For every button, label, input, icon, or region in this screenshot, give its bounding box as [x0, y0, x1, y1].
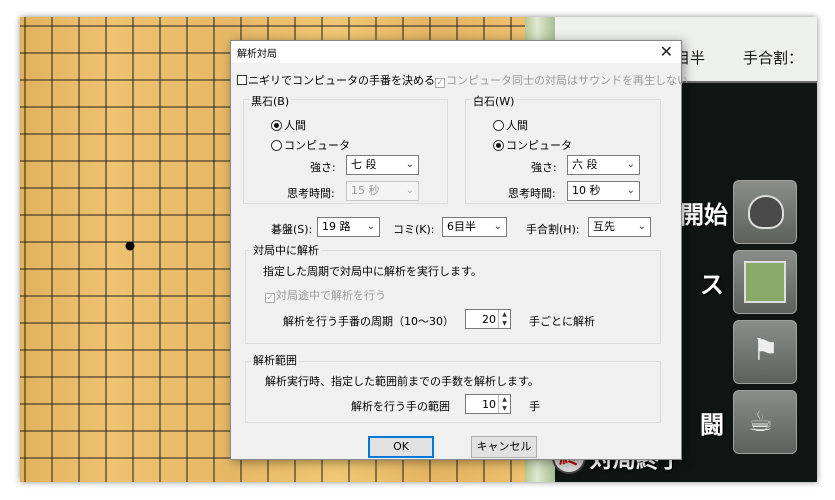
comp-sound-checkbox-label: コンピュータ同士の対局はサウンドを再生しない: [446, 74, 688, 87]
tile-start-label: 開始: [680, 201, 728, 229]
black-think-label: 思考時間:: [287, 187, 335, 200]
analysis-during-checkbox[interactable]: ✓ 対局途中で解析を行う: [265, 287, 386, 303]
board-size-label: 碁盤(S):: [271, 223, 313, 236]
white-think-value: 10 秒: [572, 184, 601, 197]
chevron-down-icon: ⌄: [405, 185, 414, 196]
handicap-label: 手合割(H):: [526, 223, 580, 236]
dialog-titlebar[interactable]: 解析対局 ✕: [231, 41, 681, 63]
white-flag-icon: ⚑: [752, 333, 779, 368]
nigiri-checkbox-label: ニギリでコンピュータの手番を決める: [248, 74, 435, 87]
tile-fight-label: 闘: [700, 411, 724, 439]
komi-select[interactable]: 6目半 ⌄: [442, 217, 507, 237]
black-computer-label: コンピュータ: [284, 139, 350, 152]
black-computer-radio-dot[interactable]: [271, 140, 282, 151]
close-icon[interactable]: ✕: [660, 41, 673, 63]
black-stone-group-title: 黒石(B): [249, 93, 292, 109]
chevron-down-icon: ⌄: [626, 159, 635, 170]
ok-button[interactable]: OK: [368, 436, 434, 458]
white-stone-group-title: 白石(W): [471, 93, 517, 109]
cancel-button[interactable]: キャンセル: [471, 436, 537, 458]
tile-end-game[interactable]: [733, 180, 797, 244]
comp-sound-checkbox[interactable]: ✓ コンピュータ同士の対局はサウンドを再生しない: [435, 72, 688, 88]
analysis-during-checkbox-label: 対局途中で解析を行う: [276, 289, 386, 302]
analysis-period-stepper[interactable]: 20 ▲ ▼: [465, 309, 511, 329]
board-icon: [744, 261, 786, 303]
analysis-period-value: 20: [482, 313, 496, 326]
black-computer-radio[interactable]: コンピュータ: [271, 137, 350, 153]
nigiri-checkbox[interactable]: ニギリでコンピュータの手番を決める: [237, 72, 435, 88]
analysis-during-desc: 指定した周期で対局中に解析を実行します。: [263, 265, 482, 278]
nigiri-checkbox-box[interactable]: [237, 75, 247, 85]
white-human-label: 人間: [506, 119, 528, 132]
stepper-arrows-icon[interactable]: ▲ ▼: [498, 310, 510, 328]
komi-value: 6目半: [447, 220, 476, 233]
handicap-select[interactable]: 互先 ⌄: [588, 217, 651, 237]
tile-board-view[interactable]: [733, 250, 797, 314]
stepper-arrows-icon[interactable]: ▲ ▼: [498, 395, 510, 413]
white-computer-radio-dot[interactable]: [493, 140, 504, 151]
white-strength-select[interactable]: 六 段 ⌄: [567, 155, 640, 175]
analysis-range-group: [245, 361, 661, 423]
analysis-range-title: 解析範囲: [251, 352, 299, 368]
teacup-icon: ☕: [748, 405, 774, 438]
chevron-down-icon: ⌄: [366, 221, 375, 232]
tile-x-label: ス: [700, 271, 724, 299]
tile-resign[interactable]: ⚑: [733, 320, 797, 384]
white-think-select[interactable]: 10 秒 ⌄: [567, 181, 640, 201]
analysis-game-dialog: 解析対局 ✕ ニギリでコンピュータの手番を決める ✓ コンピュータ同士の対局はサウ…: [230, 40, 688, 460]
analysis-range-label: 解析を行う手の範囲: [351, 400, 450, 413]
black-think-value: 15 秒: [351, 184, 380, 197]
analysis-range-suffix: 手: [529, 400, 540, 413]
black-think-select[interactable]: 15 秒 ⌄: [346, 181, 419, 201]
analysis-period-label: 解析を行う手番の周期（10～30）: [283, 315, 454, 328]
white-strength-value: 六 段: [572, 158, 598, 171]
chevron-down-icon: ⌄: [493, 221, 502, 232]
chevron-down-icon: ⌄: [405, 159, 414, 170]
komi-label: コミ(K):: [393, 223, 435, 236]
analysis-during-title: 対局中に解析: [251, 242, 321, 258]
analysis-period-suffix: 手ごとに解析: [529, 315, 595, 328]
dialog-title: 解析対局: [237, 49, 277, 60]
info-handicap: 手合割：: [743, 49, 804, 67]
chevron-down-icon: ⌄: [626, 185, 635, 196]
white-human-radio[interactable]: 人間: [493, 117, 528, 133]
black-strength-label: 強さ:: [310, 161, 336, 174]
white-strength-label: 強さ:: [531, 161, 557, 174]
black-strength-select[interactable]: 七 段 ⌄: [346, 155, 419, 175]
white-computer-label: コンピュータ: [506, 139, 572, 152]
black-human-label: 人間: [284, 119, 306, 132]
white-human-radio-dot[interactable]: [493, 120, 504, 131]
analysis-during-checkbox-box[interactable]: ✓: [265, 293, 275, 303]
black-strength-value: 七 段: [351, 158, 377, 171]
board-size-select[interactable]: 19 路 ⌄: [317, 217, 380, 237]
comp-sound-checkbox-box[interactable]: ✓: [435, 78, 445, 88]
analysis-range-stepper[interactable]: 10 ▲ ▼: [465, 394, 511, 414]
analysis-range-value: 10: [482, 398, 496, 411]
go-bowl-icon: [748, 195, 784, 229]
chevron-down-icon: ⌄: [637, 221, 646, 232]
black-human-radio[interactable]: 人間: [271, 117, 306, 133]
analysis-range-desc: 解析実行時、指定した範囲前までの手数を解析します。: [265, 375, 539, 388]
white-computer-radio[interactable]: コンピュータ: [493, 137, 572, 153]
black-human-radio-dot[interactable]: [271, 120, 282, 131]
white-think-label: 思考時間:: [508, 187, 556, 200]
tile-break[interactable]: ☕: [733, 390, 797, 454]
star-point: [125, 241, 135, 251]
board-size-value: 19 路: [322, 220, 351, 233]
handicap-value: 互先: [593, 220, 615, 233]
